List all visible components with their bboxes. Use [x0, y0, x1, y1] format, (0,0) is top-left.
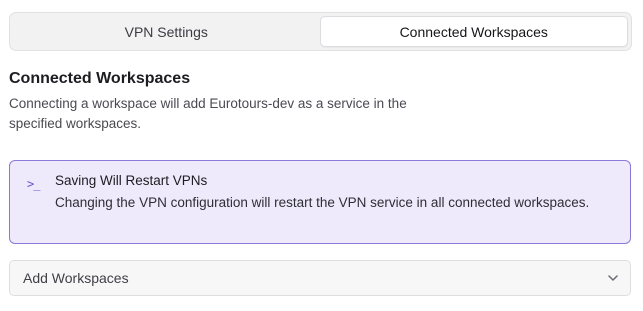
tab-bar: VPN Settings Connected Workspaces	[9, 12, 632, 51]
add-workspaces-label: Add Workspaces	[23, 270, 129, 286]
tab-vpn-settings[interactable]: VPN Settings	[13, 16, 320, 47]
terminal-icon: >_	[27, 177, 40, 191]
chevron-down-icon	[608, 275, 618, 281]
add-workspaces-dropdown[interactable]: Add Workspaces	[9, 260, 631, 296]
alert-title: Saving Will Restart VPNs	[55, 173, 208, 188]
tab-connected-workspaces[interactable]: Connected Workspaces	[319, 16, 628, 47]
section-description: Connecting a workspace will add Eurotour…	[9, 96, 407, 131]
alert-body: Changing the VPN configuration will rest…	[55, 195, 590, 210]
restart-warning-alert: >_ Saving Will Restart VPNs Changing the…	[9, 160, 631, 244]
section-title: Connected Workspaces	[9, 70, 191, 87]
